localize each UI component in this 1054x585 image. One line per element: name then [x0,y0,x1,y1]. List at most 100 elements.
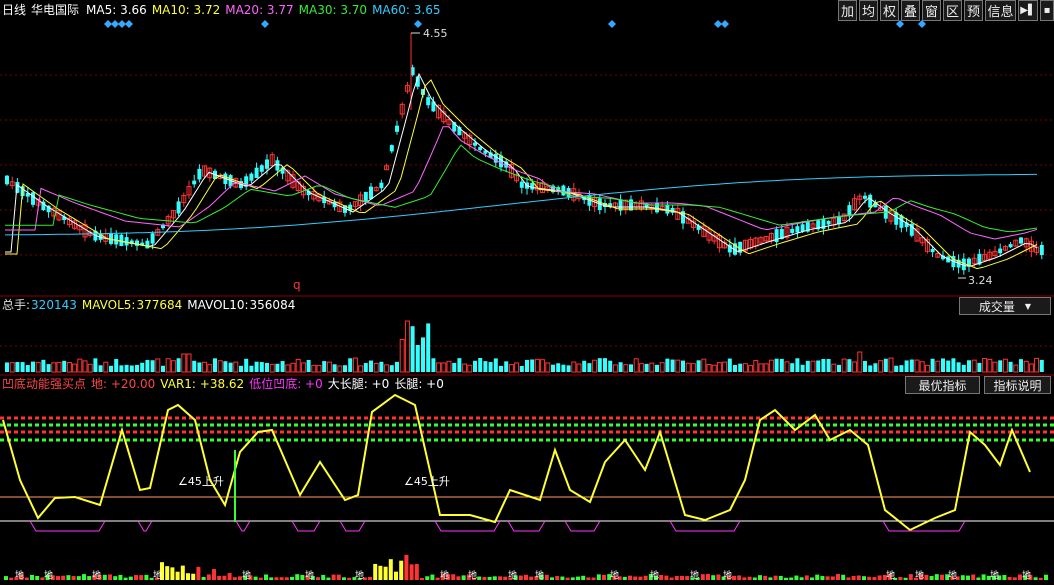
volume-bar [462,363,468,373]
volume-indicator-dropdown[interactable]: 成交量 ▼ [959,297,1051,315]
candle-body [197,168,202,180]
volume-bar [217,360,223,373]
momentum-bar [877,575,882,580]
kline-chart[interactable]: 地 地 地 地 地 地 地 地 地 地 地 地 地 地 地 地 地 地 地 地 4.55 3.24 q ∠45上升 ∠… [0,0,1054,585]
bottom-ground-marker: 地 [305,569,314,581]
volume-bar [551,364,555,372]
momentum-bar [134,575,138,580]
bottom-ground-marker: 地 [468,569,477,581]
volume-bar [924,364,930,373]
volume-bar [805,360,810,372]
volume-bar [20,362,25,372]
volume-bar [784,361,790,373]
volume-bar [62,360,67,372]
volume-bar [592,359,598,373]
volume-bar [446,360,452,373]
volume-bar [638,363,644,373]
volume-bar [977,362,982,372]
momentum-bar [373,563,378,580]
momentum-bar [82,574,86,580]
volume-bar [1034,357,1040,373]
volume-bar [914,359,920,373]
momentum-bar [388,559,393,580]
volume-bar [899,365,904,372]
candle-body [426,97,431,106]
volume-bar [441,362,447,373]
signal-diamond-icon [918,20,926,28]
volume-bar [800,364,805,372]
volume-bar [971,359,977,373]
momentum-bar [435,577,440,580]
signal-diamond-icon [111,20,119,28]
signal-diamond-icon [414,20,422,28]
volume-bar [857,351,863,373]
volume-bar [649,362,655,373]
volume-bar [186,353,192,373]
volume-bar [395,361,399,372]
volume-bar [919,361,925,373]
candle-body [795,226,800,233]
best-indicator-button[interactable]: 最优指标 [905,376,980,394]
volume-bar [716,362,722,373]
indicator-item: VAR1: +38.62 [160,377,245,391]
momentum-bar [581,575,586,580]
momentum-bar [971,574,976,580]
momentum-bar [711,575,716,580]
volume-bar [93,358,98,372]
momentum-bar [752,577,757,580]
momentum-bar [602,574,606,580]
volume-bar [519,365,524,372]
volume-bar [847,359,852,372]
candle-body [254,167,259,178]
volume-bar [358,365,364,373]
volume-bar [114,359,119,372]
candle-body [275,160,280,171]
momentum-bar [139,575,144,580]
volume-bar [1028,363,1034,373]
momentum-bar [180,565,185,580]
momentum-bar [269,577,274,580]
mavol5-label: MAVOL5: [81,298,136,312]
volume-bar [488,362,493,372]
momentum-bar [227,573,232,580]
volume-bar [72,363,78,373]
momentum-bar [258,577,263,580]
momentum-bar [186,573,190,580]
volume-bar [348,358,353,372]
volume-bar [300,362,306,373]
momentum-bar [685,576,690,580]
volume-bar [612,364,618,373]
indicator-explain-button[interactable]: 指标说明 [984,376,1051,394]
volume-bar [1002,358,1008,373]
low-point-marker [29,520,106,532]
momentum-bar [503,576,508,580]
momentum-bar [394,571,398,580]
bottom-ground-marker: 地 [915,569,924,581]
momentum-bar [737,575,742,580]
volume-bar [508,364,514,373]
angle-rise-annotation: ∠45上升 [404,475,450,488]
volume-bar [935,360,941,373]
volume-bar [452,362,457,372]
momentum-bar [191,573,196,580]
momentum-bar [846,577,851,580]
momentum-bar [1007,576,1012,580]
bottom-ground-marker: 地 [242,569,251,581]
volume-bar [213,358,217,372]
momentum-bar [576,576,580,580]
signal-diamond-icon [608,20,616,28]
candle-body [1039,244,1044,256]
signal-diamond-icon [104,20,112,28]
momentum-bar [773,575,778,580]
ma10-line [5,79,1038,270]
momentum-bar [825,576,830,580]
candle-body [363,191,368,202]
volume-bar [998,360,1003,372]
volume-bar [399,338,405,373]
momentum-bar [940,574,944,580]
momentum-bar [659,574,664,580]
volume-bar [690,363,696,373]
volume-bar [369,360,373,372]
momentum-bar [836,574,840,580]
bottom-ground-marker: 地 [15,569,24,581]
